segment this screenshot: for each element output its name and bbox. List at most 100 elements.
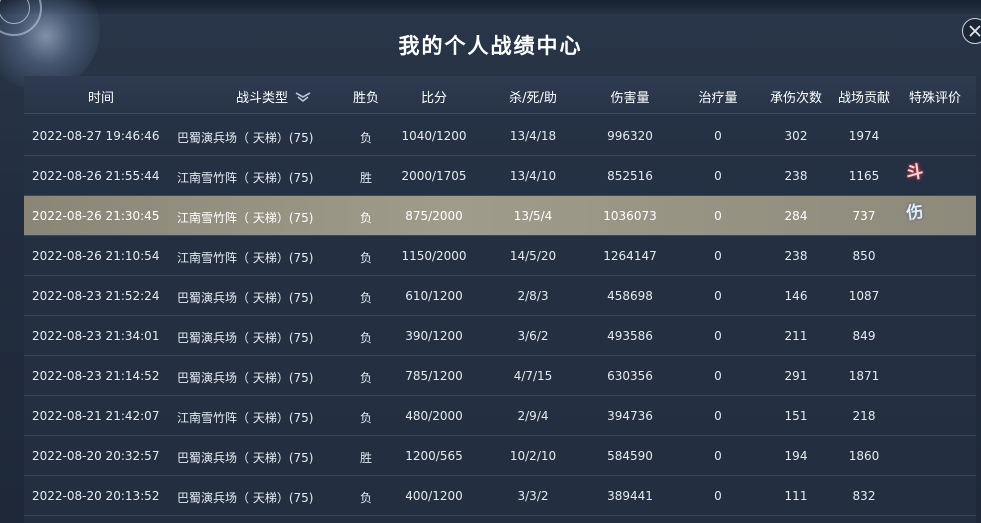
cell-result: 负 [359,491,373,505]
col-special: 特殊评价 [908,91,962,106]
cell-score: 1040/1200 [401,129,467,143]
cell-taken: 211 [784,329,808,343]
cell-contrib: 850 [852,249,876,263]
cell-heal: 0 [714,129,722,143]
cell-heal: 0 [714,249,722,263]
cell-type: 江南雪竹阵（ 天梯）(75) [177,251,314,265]
col-heal: 治疗量 [698,91,738,106]
cell-score: 1150/2000 [401,249,467,263]
cell-contrib: 1974 [848,129,880,143]
cell-type: 江南雪竹阵（ 天梯）(75) [177,411,314,425]
cell-contrib: 1165 [848,169,880,183]
table-row[interactable]: 2022-08-21 21:42:07 江南雪竹阵（ 天梯）(75) 负 480/20… [24,396,976,436]
cell-score: 390/1200 [405,329,463,343]
cell-result: 负 [359,211,373,225]
table-row[interactable]: 2022-08-23 21:34:01 巴蜀演兵场（ 天梯）(75) 负 390/12… [24,316,976,356]
cell-contrib: 849 [852,329,876,343]
cell-damage: 1264147 [603,249,657,263]
cell-time: 2022-08-20 20:32:57 [32,449,160,463]
cell-kda: 2/9/4 [517,409,549,423]
cell-taken: 151 [784,409,808,423]
table-row[interactable]: 2022-08-26 21:10:54 江南雪竹阵（ 天梯）(75) 负 1150/2… [24,236,976,276]
cell-heal: 0 [714,449,722,463]
battle-record-table: 时间 战斗类型 胜负 比分 杀/死/助 伤害量 治疗量 承伤次数 战场贡献 特殊… [24,76,976,523]
cell-kda: 13/5/4 [513,209,553,223]
cell-time: 2022-08-20 20:13:52 [32,489,160,503]
cell-score: 1200/565 [405,449,463,463]
cell-taken: 146 [784,289,808,303]
cell-type: 巴蜀演兵场（ 天梯）(75) [177,331,314,345]
table-row[interactable]: 2022-08-20 20:32:57 巴蜀演兵场（ 天梯）(75) 胜 1200/5… [24,436,976,476]
cell-kda: 13/4/18 [509,129,557,143]
col-kda: 杀/死/助 [509,91,557,106]
cell-result: 负 [359,371,373,385]
cell-damage: 852516 [607,169,653,183]
table-row[interactable]: 2022-08-20 20:13:52 巴蜀演兵场（ 天梯）(75) 负 400/12… [24,476,976,516]
col-score: 比分 [420,91,448,106]
col-time: 时间 [87,91,115,106]
col-damage: 伤害量 [610,91,650,106]
cell-score: 400/1200 [405,489,463,503]
cell-heal: 0 [714,209,722,223]
cell-contrib: 1860 [848,449,880,463]
special-mark-dou: 斗 [905,161,925,185]
cell-heal: 0 [714,329,722,343]
special-mark-shang: 伤 [905,201,925,225]
col-taken: 承伤次数 [769,91,823,106]
table-header: 时间 战斗类型 胜负 比分 杀/死/助 伤害量 治疗量 承伤次数 战场贡献 特殊… [24,76,976,114]
col-contrib: 战场贡献 [837,91,891,106]
cell-score: 480/2000 [405,409,463,423]
cell-result: 负 [359,331,373,345]
table-row[interactable]: 2022-08-26 21:55:44 江南雪竹阵（ 天梯）(75) 胜 2000/1… [24,156,976,196]
cell-time: 2022-08-23 21:34:01 [32,329,160,343]
cell-time: 2022-08-27 19:46:46 [32,129,160,143]
cell-damage: 458698 [607,289,653,303]
col-type-label: 战斗类型 [235,91,289,106]
window-top-bar [0,0,981,14]
cell-result: 负 [359,291,373,305]
cell-kda: 14/5/20 [509,249,557,263]
cell-result: 胜 [359,451,373,465]
close-icon [969,25,981,37]
cell-contrib: 832 [852,489,876,503]
cell-type: 江南雪竹阵（ 天梯）(75) [177,171,314,185]
cell-kda: 2/8/3 [517,289,549,303]
cell-time: 2022-08-23 21:52:24 [32,289,160,303]
cell-taken: 302 [784,129,808,143]
cell-taken: 238 [784,169,808,183]
cell-damage: 389441 [607,489,653,503]
cell-type: 巴蜀演兵场（ 天梯）(75) [177,491,314,505]
cell-time: 2022-08-26 21:30:45 [32,209,160,223]
cell-damage: 1036073 [603,209,657,223]
window-title: 我的个人战绩中心 [398,34,583,58]
cell-time: 2022-08-21 21:42:07 [32,409,160,423]
cell-damage: 996320 [607,129,653,143]
table-row[interactable]: 2022-08-23 21:14:52 巴蜀演兵场（ 天梯）(75) 负 785/12… [24,356,976,396]
col-type[interactable]: 战斗类型 [236,87,312,106]
cell-kda: 10/2/10 [509,449,557,463]
cell-contrib: 737 [852,209,876,223]
cell-taken: 111 [784,489,808,503]
cell-damage: 394736 [607,409,653,423]
cell-damage: 584590 [607,449,653,463]
table-row[interactable]: 2022-08-26 21:30:45 江南雪竹阵（ 天梯）(75) 负 875/20… [24,196,976,236]
cell-result: 胜 [359,171,373,185]
cell-time: 2022-08-26 21:55:44 [32,169,160,183]
table-row[interactable]: 2022-08-23 21:52:24 巴蜀演兵场（ 天梯）(75) 负 610/12… [24,276,976,316]
cell-taken: 291 [784,369,808,383]
col-result: 胜负 [352,91,380,106]
cell-kda: 3/6/2 [517,329,549,343]
cell-type: 巴蜀演兵场（ 天梯）(75) [177,451,314,465]
cell-contrib: 1087 [848,289,880,303]
cell-kda: 13/4/10 [509,169,557,183]
table-row[interactable]: 2022-08-27 19:46:46 巴蜀演兵场（ 天梯）(75) 负 1040/1… [24,116,976,156]
cell-heal: 0 [714,409,722,423]
close-button[interactable] [962,18,981,44]
chevron-double-down-icon[interactable] [294,91,312,103]
cell-kda: 3/3/2 [517,489,549,503]
cell-heal: 0 [714,169,722,183]
cell-taken: 238 [784,249,808,263]
cell-type: 江南雪竹阵（ 天梯）(75) [177,211,314,225]
cell-heal: 0 [714,369,722,383]
stats-window: 我的个人战绩中心 时间 战斗类型 胜负 比分 杀/死/助 伤害量 治疗量 承伤次… [0,0,981,523]
